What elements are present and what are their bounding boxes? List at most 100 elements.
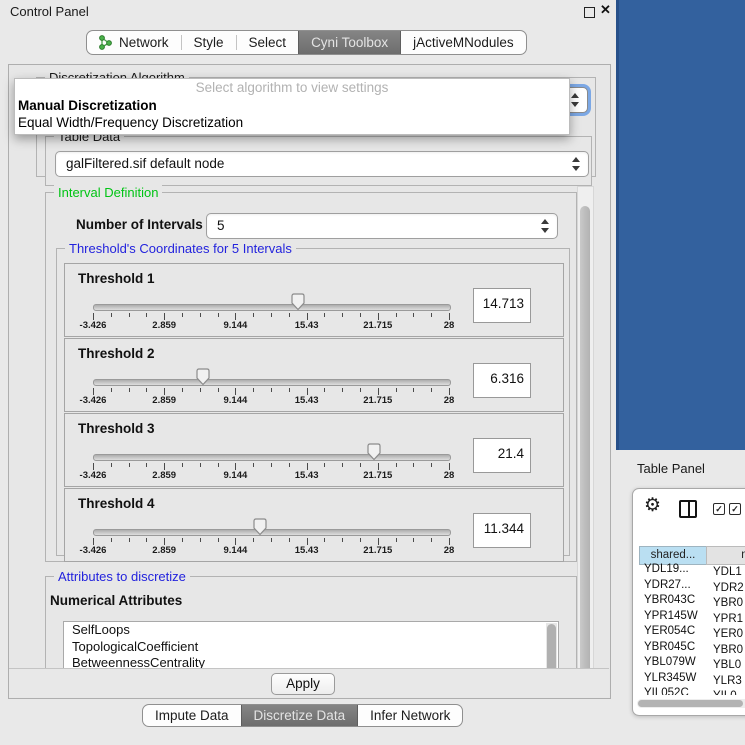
close-icon[interactable]: ✕ xyxy=(600,2,611,18)
tick-mark xyxy=(342,388,343,392)
tick-mark xyxy=(360,463,361,467)
tick-mark xyxy=(146,313,147,317)
combobox-value: 5 xyxy=(217,218,225,233)
cell-name: YBR0 xyxy=(705,597,743,609)
combobox-value: galFiltered.sif default node xyxy=(66,156,224,171)
slider-track[interactable] xyxy=(93,454,451,461)
table-row[interactable]: YBL079WYBL0 xyxy=(639,656,745,672)
tick-label: 15.43 xyxy=(295,320,319,331)
group-interval-definition: Interval Definition Number of Intervals … xyxy=(45,192,577,562)
table-row[interactable]: YDR27...YDR2 xyxy=(639,579,745,595)
tab-impute-data[interactable]: Impute Data xyxy=(143,705,241,726)
scrollbar-thumb[interactable] xyxy=(638,700,743,707)
tab-select[interactable]: Select xyxy=(237,31,299,54)
slider-track[interactable] xyxy=(93,304,451,311)
table-row[interactable]: YER054CYER0 xyxy=(639,625,745,641)
table-row[interactable]: YIL052CYIL0 xyxy=(639,687,745,695)
tick-mark xyxy=(431,313,432,317)
tick-mark xyxy=(449,463,450,470)
columns-icon[interactable] xyxy=(679,500,697,518)
popup-option-manual[interactable]: Manual Discretization xyxy=(15,97,569,114)
slider-track[interactable] xyxy=(93,529,451,536)
tick-mark xyxy=(146,388,147,392)
tick-mark xyxy=(93,388,94,395)
tab-discretize-data[interactable]: Discretize Data xyxy=(241,705,359,726)
tick-mark xyxy=(307,313,308,320)
cell-name: YPR1 xyxy=(705,613,743,625)
cell-name: YER0 xyxy=(705,628,743,640)
tick-mark xyxy=(235,313,236,320)
tick-mark xyxy=(253,538,254,542)
tick-label: 9.144 xyxy=(224,395,248,406)
list-item[interactable]: TopologicalCoefficient xyxy=(64,639,558,656)
panel-scrollbar[interactable] xyxy=(577,186,594,695)
table-row[interactable]: YPR145WYPR1 xyxy=(639,610,745,626)
tick-mark xyxy=(324,538,325,542)
threshold-value-field[interactable]: 14.713 xyxy=(473,288,531,323)
gear-icon[interactable]: ⚙ xyxy=(644,494,661,517)
popup-option-equal-width[interactable]: Equal Width/Frequency Discretization xyxy=(15,114,569,131)
slider-track[interactable] xyxy=(93,379,451,386)
tick-mark xyxy=(431,538,432,542)
tick-mark xyxy=(218,388,219,392)
cell-shared-name: YBR045C xyxy=(639,641,705,653)
table-row[interactable]: YLR345WYLR3 xyxy=(639,672,745,688)
numerical-attributes-list[interactable]: SelfLoopsTopologicalCoefficientBetweenne… xyxy=(63,621,559,675)
cell-name: YDR2 xyxy=(705,582,744,594)
network-desktop: GAL80GACGAL11GAL4GCY1HHAP2 xyxy=(616,0,745,450)
tab-infer-network[interactable]: Infer Network xyxy=(358,705,462,726)
tick-mark xyxy=(235,463,236,470)
list-scrollbar[interactable] xyxy=(546,623,557,673)
cell-name: YBL0 xyxy=(705,659,741,671)
slider-tick-labels: -3.4262.8599.14415.4321.71528 xyxy=(93,545,449,557)
tick-mark xyxy=(182,463,183,467)
tick-mark xyxy=(307,538,308,545)
tick-label: 21.715 xyxy=(363,320,392,331)
tick-mark xyxy=(200,313,201,317)
float-window-icon[interactable] xyxy=(584,7,595,18)
cell-name: YDL1 xyxy=(705,566,742,578)
horizontal-scrollbar[interactable] xyxy=(637,699,745,708)
cell-name: YIL0 xyxy=(705,690,737,695)
tick-mark xyxy=(449,538,450,545)
tick-mark xyxy=(396,463,397,467)
slider-thumb[interactable] xyxy=(195,368,211,386)
tick-label: 28 xyxy=(444,470,455,481)
tab-network[interactable]: Network xyxy=(87,31,181,54)
tick-mark xyxy=(431,463,432,467)
threshold-label: Threshold 2 xyxy=(78,346,155,361)
checkbox-icon[interactable]: ✓ xyxy=(713,503,725,515)
threshold-value-field[interactable]: 11.344 xyxy=(473,513,531,548)
tick-mark xyxy=(271,463,272,467)
tick-mark xyxy=(289,538,290,542)
scrollbar-thumb[interactable] xyxy=(580,206,590,689)
tick-label: 2.859 xyxy=(152,320,176,331)
tab-cyni-toolbox[interactable]: Cyni Toolbox xyxy=(298,31,401,54)
tick-label: 21.715 xyxy=(363,545,392,556)
list-item[interactable]: SelfLoops xyxy=(64,622,558,639)
group-title: Attributes to discretize xyxy=(54,569,190,584)
tick-mark xyxy=(342,463,343,467)
table-data-combobox[interactable]: galFiltered.sif default node xyxy=(55,151,589,177)
apply-button[interactable]: Apply xyxy=(271,673,335,695)
tick-label: -3.426 xyxy=(80,545,107,556)
table-row[interactable]: YBR043CYBR0 xyxy=(639,594,745,610)
panel-title: Control Panel xyxy=(10,4,89,19)
threshold-value-field[interactable]: 6.316 xyxy=(473,363,531,398)
tick-mark xyxy=(324,463,325,467)
slider-thumb[interactable] xyxy=(252,518,268,536)
scrollbar-thumb[interactable] xyxy=(547,624,556,672)
number-of-intervals-combobox[interactable]: 5 xyxy=(206,213,558,239)
tick-mark xyxy=(235,388,236,395)
slider-thumb[interactable] xyxy=(366,443,382,461)
tick-mark xyxy=(378,388,379,395)
slider-thumb[interactable] xyxy=(290,293,306,311)
checkbox-icon[interactable]: ✓ xyxy=(729,503,741,515)
threshold-value-field[interactable]: 21.4 xyxy=(473,438,531,473)
tick-mark xyxy=(413,388,414,392)
threshold-label: Threshold 4 xyxy=(78,496,155,511)
table-row[interactable]: YBR045CYBR0 xyxy=(639,641,745,657)
tab-style[interactable]: Style xyxy=(182,31,236,54)
tab-jactivemnodules[interactable]: jActiveMNodules xyxy=(401,31,526,54)
table-row[interactable]: YDL19...YDL1 xyxy=(639,563,745,579)
